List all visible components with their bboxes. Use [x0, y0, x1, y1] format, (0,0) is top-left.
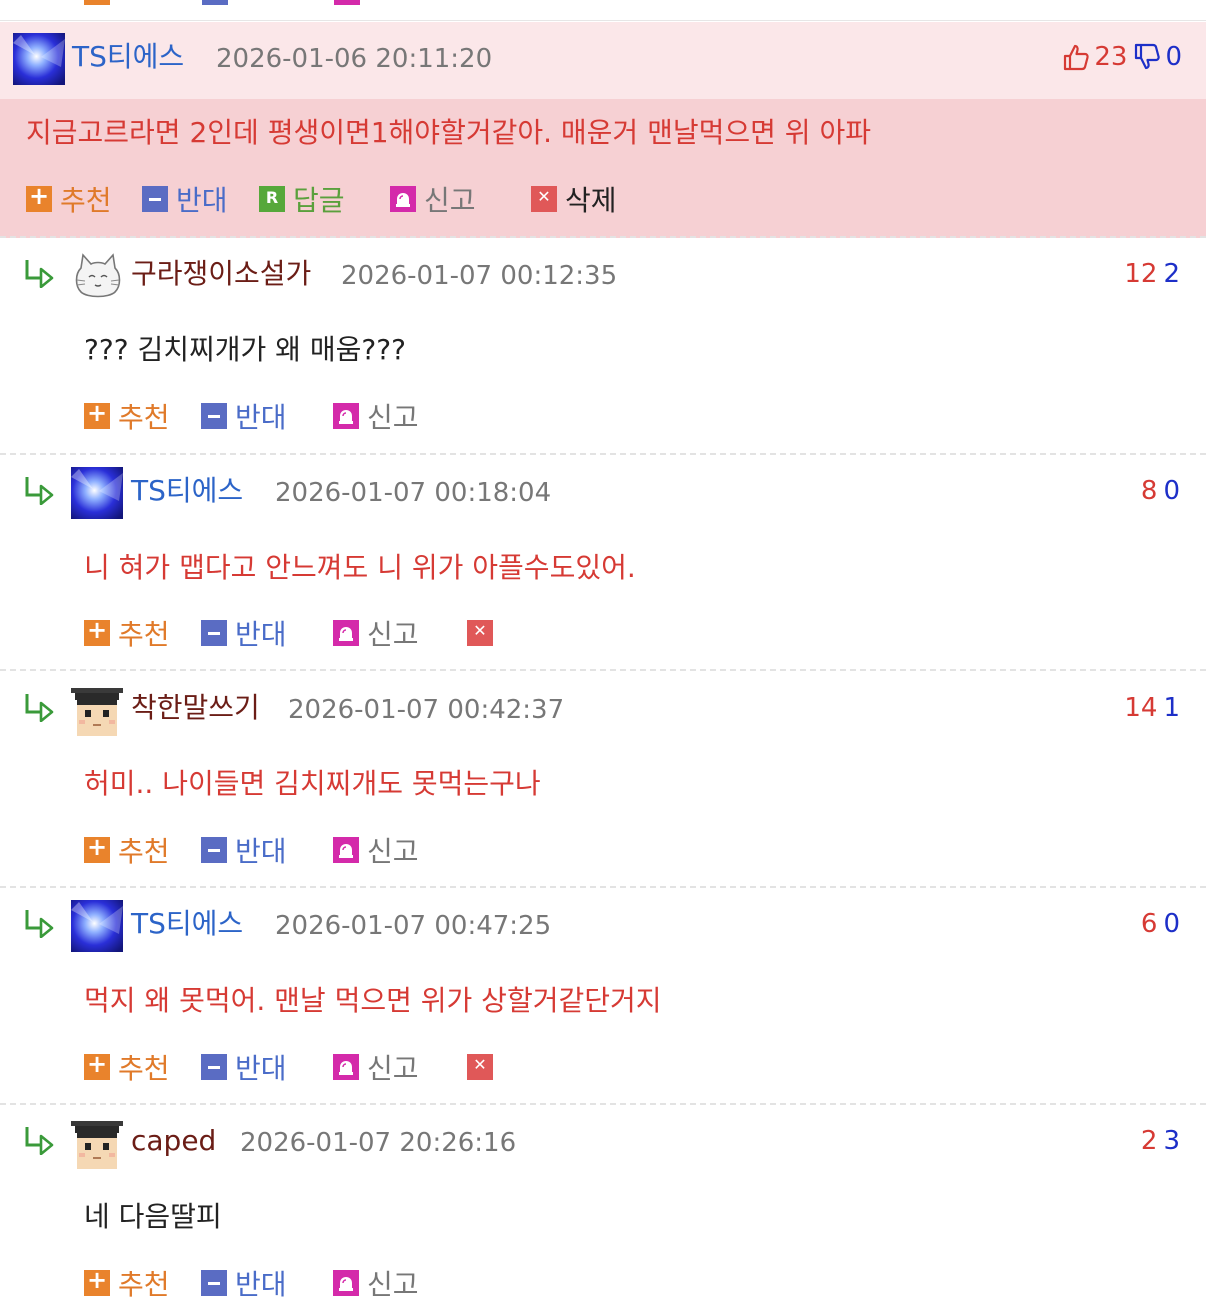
report-button[interactable]: 신고 — [390, 181, 476, 217]
comment-date: 2026-01-07 00:18:04 — [275, 478, 552, 508]
comment-date: 2026-01-07 00:42:37 — [288, 695, 565, 725]
plus-icon — [26, 182, 52, 212]
vote-counts: 23 — [1140, 1126, 1180, 1156]
plus-icon — [84, 1266, 110, 1296]
upvote-count: 23 — [1094, 42, 1128, 72]
siren-icon — [390, 186, 416, 212]
avatar[interactable] — [71, 1117, 123, 1169]
recommend-button[interactable]: 추천 — [84, 832, 170, 868]
comment-date: 2026-01-07 20:26:16 — [240, 1128, 517, 1158]
nickname[interactable]: 구라쟁이소설가 — [131, 256, 311, 292]
main-comment-body: 지금고르라면 2인데 평생이면1해야할거같아. 매운거 맨날먹으면 위 아파 추… — [0, 99, 1206, 238]
oppose-button[interactable]: 반대 — [201, 398, 287, 434]
report-button[interactable]: 신고 — [333, 832, 419, 868]
downvote-count: 0 — [1165, 42, 1182, 72]
thumbs-down-icon[interactable] — [1133, 43, 1161, 71]
report-button[interactable]: 신고 — [333, 1049, 419, 1085]
delete-button[interactable] — [467, 615, 501, 651]
nickname[interactable]: TS티에스 — [131, 473, 243, 509]
divider — [0, 453, 1206, 455]
siren-icon — [333, 1054, 359, 1080]
divider — [0, 1103, 1206, 1105]
plus-icon — [84, 833, 110, 863]
recommend-button[interactable]: 추천 — [84, 398, 170, 434]
minus-icon — [201, 1054, 227, 1080]
minus-icon — [201, 837, 227, 863]
avatar[interactable] — [71, 684, 123, 736]
vote-counts: 80 — [1140, 476, 1180, 506]
comment-text: ??? 김치찌개가 왜 매움??? — [84, 333, 406, 366]
delete-button[interactable]: 삭제 — [531, 181, 617, 217]
recommend-button[interactable]: 추천 — [26, 181, 112, 217]
reply-icon — [259, 186, 285, 212]
siren-icon — [333, 1270, 359, 1296]
vote-counts: 14 1 — [1124, 693, 1180, 723]
avatar[interactable] — [71, 250, 123, 302]
thumbs-up-icon[interactable] — [1062, 43, 1090, 71]
reply-arrow-icon — [25, 260, 54, 288]
nickname[interactable]: TS티에스 — [72, 39, 184, 75]
comment-text: 네 다음딸피 — [84, 1200, 222, 1233]
reply-arrow-icon — [25, 694, 54, 722]
comment-text: 지금고르라면 2인데 평생이면1해야할거같아. 매운거 맨날먹으면 위 아파 — [26, 116, 871, 149]
vote-counts: 23 0 — [1062, 39, 1182, 75]
nickname[interactable]: caped — [131, 1123, 216, 1159]
recommend-button[interactable]: 추천 — [84, 1049, 170, 1085]
reply-arrow-icon — [25, 910, 54, 938]
minus-icon — [201, 620, 227, 646]
report-button[interactable]: 신고 — [333, 615, 419, 651]
recommend-button[interactable]: 추천 — [84, 615, 170, 651]
oppose-button[interactable]: 반대 — [201, 615, 287, 651]
reply-arrow-icon — [25, 477, 54, 505]
siren-icon — [333, 837, 359, 863]
report-button[interactable]: 신고 — [333, 398, 419, 434]
report-button[interactable]: 신고 — [333, 1265, 419, 1301]
minus-icon — [201, 403, 227, 429]
minus-icon — [142, 186, 168, 212]
plus-icon — [84, 1050, 110, 1080]
avatar[interactable] — [71, 900, 123, 952]
delete-icon — [531, 186, 557, 212]
nickname[interactable]: TS티에스 — [131, 906, 243, 942]
siren-icon — [333, 620, 359, 646]
report-icon — [334, 0, 360, 5]
comment-date: 2026-01-07 00:12:35 — [341, 261, 618, 291]
divider — [0, 886, 1206, 888]
reply-arrow-icon — [25, 1127, 54, 1155]
oppose-button[interactable]: 반대 — [201, 1265, 287, 1301]
recommend-button[interactable]: 추천 — [84, 1265, 170, 1301]
minus-icon — [201, 1270, 227, 1296]
comment-text: 허미.. 나이들면 김치찌개도 못먹는구나 — [84, 767, 541, 800]
comment-date: 2026-01-06 20:11:20 — [216, 44, 493, 74]
nickname[interactable]: 착한말쓰기 — [131, 690, 260, 726]
siren-icon — [333, 403, 359, 429]
comment-text: 먹지 왜 못먹어. 맨날 먹으면 위가 상할거같단거지 — [84, 984, 662, 1017]
oppose-button[interactable]: 반대 — [201, 1049, 287, 1085]
reply-button[interactable]: 답글 — [259, 181, 345, 217]
comment-date: 2026-01-07 00:47:25 — [275, 911, 552, 941]
previous-comment-stub — [0, 0, 1206, 21]
divider — [0, 669, 1206, 671]
plus-icon — [84, 399, 110, 429]
vote-counts: 60 — [1140, 909, 1180, 939]
delete-icon — [467, 1054, 493, 1080]
minus-icon — [202, 0, 228, 5]
delete-button[interactable] — [467, 1049, 501, 1085]
oppose-button[interactable]: 반대 — [201, 832, 287, 868]
oppose-button[interactable]: 반대 — [142, 181, 228, 217]
delete-icon — [467, 620, 493, 646]
main-comment-header: TS티에스 2026-01-06 20:11:20 23 0 — [0, 22, 1206, 99]
vote-counts: 12 2 — [1124, 259, 1180, 289]
plus-icon — [84, 616, 110, 646]
avatar[interactable] — [71, 467, 123, 519]
comment-text: 니 혀가 맵다고 안느껴도 니 위가 아플수도있어. — [84, 551, 636, 584]
avatar[interactable] — [13, 33, 65, 85]
plus-icon — [84, 0, 110, 5]
